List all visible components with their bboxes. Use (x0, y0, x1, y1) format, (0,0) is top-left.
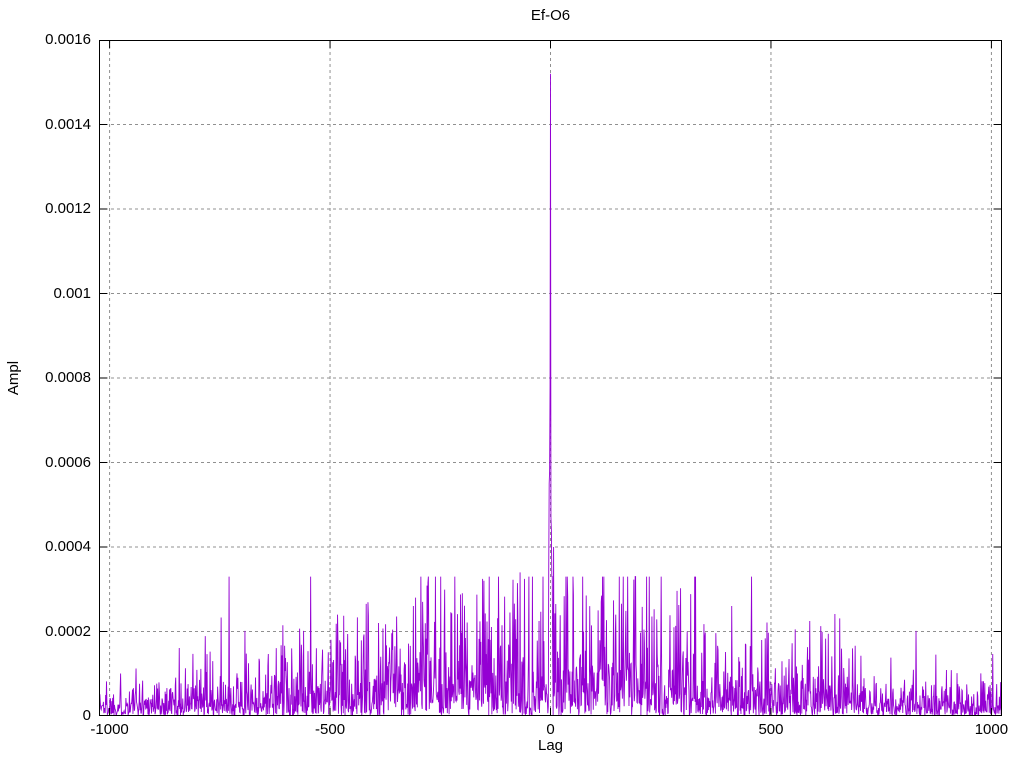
figure-container: Ef-O6 Ampl 0 0.0002 0.0004 0.0006 0.0008 0.00… (0, 0, 1024, 768)
y-tick-label: 0.0014 (45, 115, 91, 133)
correlation-series (98, 73, 1003, 717)
y-tick-label: 0.0008 (45, 369, 91, 386)
y-tick-label: 0.0006 (45, 453, 91, 471)
y-tick-label: 0.0002 (45, 622, 91, 640)
plot-area (98, 39, 1003, 717)
chart-title: Ef-O6 (530, 7, 571, 24)
y-tick-label: 0.0004 (45, 538, 91, 555)
y-tick-label: 0.0016 (45, 31, 91, 48)
y-tick-label: 0.0012 (45, 200, 91, 217)
y-tick-label: 0.001 (53, 284, 91, 302)
x-axis-label: Lag (537, 737, 564, 754)
plot-canvas (98, 39, 1003, 717)
